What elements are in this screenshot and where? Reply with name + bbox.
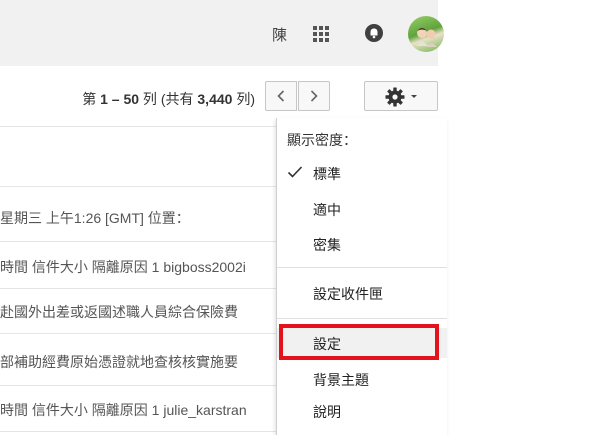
density-option-label: 標準 [313,166,341,182]
menu-divider [277,267,447,268]
user-name[interactable]: 陳 [272,24,287,45]
density-option-standard[interactable]: 標準 [277,158,447,188]
density-option-compact[interactable]: 密集 [277,229,447,259]
density-option-comfortable[interactable]: 適中 [277,194,447,224]
next-page-button[interactable] [298,81,330,111]
bell-icon[interactable] [364,23,384,43]
pager-text: 第 1 – 50 列 (共有 3,440 列) [82,89,255,109]
apps-grid-icon[interactable] [311,24,331,44]
pager-suffix: 列) [232,91,255,107]
help-label: 說明 [313,404,341,420]
list-item[interactable]: 時間 信件大小 隔離原因 1 julie_karstran [0,400,290,420]
chevron-right-icon [310,90,318,102]
settings-dropdown-menu: 顯示密度： 標準 適中 密集 設定收件匣 設定 背景主題 說明 [276,118,447,435]
pager-prefix: 第 [82,91,101,107]
caret-down-icon [411,95,417,98]
settings-gear-button[interactable] [364,81,438,111]
configure-inbox-label: 設定收件匣 [313,286,383,302]
gear-icon [385,87,405,107]
themes-menu-item[interactable]: 背景主題 [277,364,447,394]
configure-inbox-item[interactable]: 設定收件匣 [277,278,447,308]
chevron-left-icon [277,90,285,102]
themes-label: 背景主題 [313,372,369,388]
density-option-label: 適中 [313,202,341,218]
pager-mid: 列 (共有 [139,91,198,107]
avatar[interactable] [408,16,444,52]
help-menu-item[interactable]: 說明 [277,396,447,426]
pager-range: 1 – 50 [100,91,140,107]
list-item[interactable]: 部補助經費原始憑證就地查核核實施要 [0,352,290,372]
list-item[interactable]: 星期三 上午1:26 [GMT] 位置： [0,208,290,228]
prev-page-button[interactable] [265,81,297,111]
checkmark-icon [287,166,303,178]
list-item[interactable]: 時間 信件大小 隔離原因 1 bigboss2002i [0,257,290,277]
density-option-label: 密集 [313,237,341,253]
highlight-annotation [279,324,439,360]
menu-divider [277,318,447,319]
density-heading: 顯示密度： [287,132,357,148]
list-item[interactable]: 赴國外出差或返國述職人員綜合保險費 [0,302,290,322]
pager-total: 3,440 [197,91,233,107]
